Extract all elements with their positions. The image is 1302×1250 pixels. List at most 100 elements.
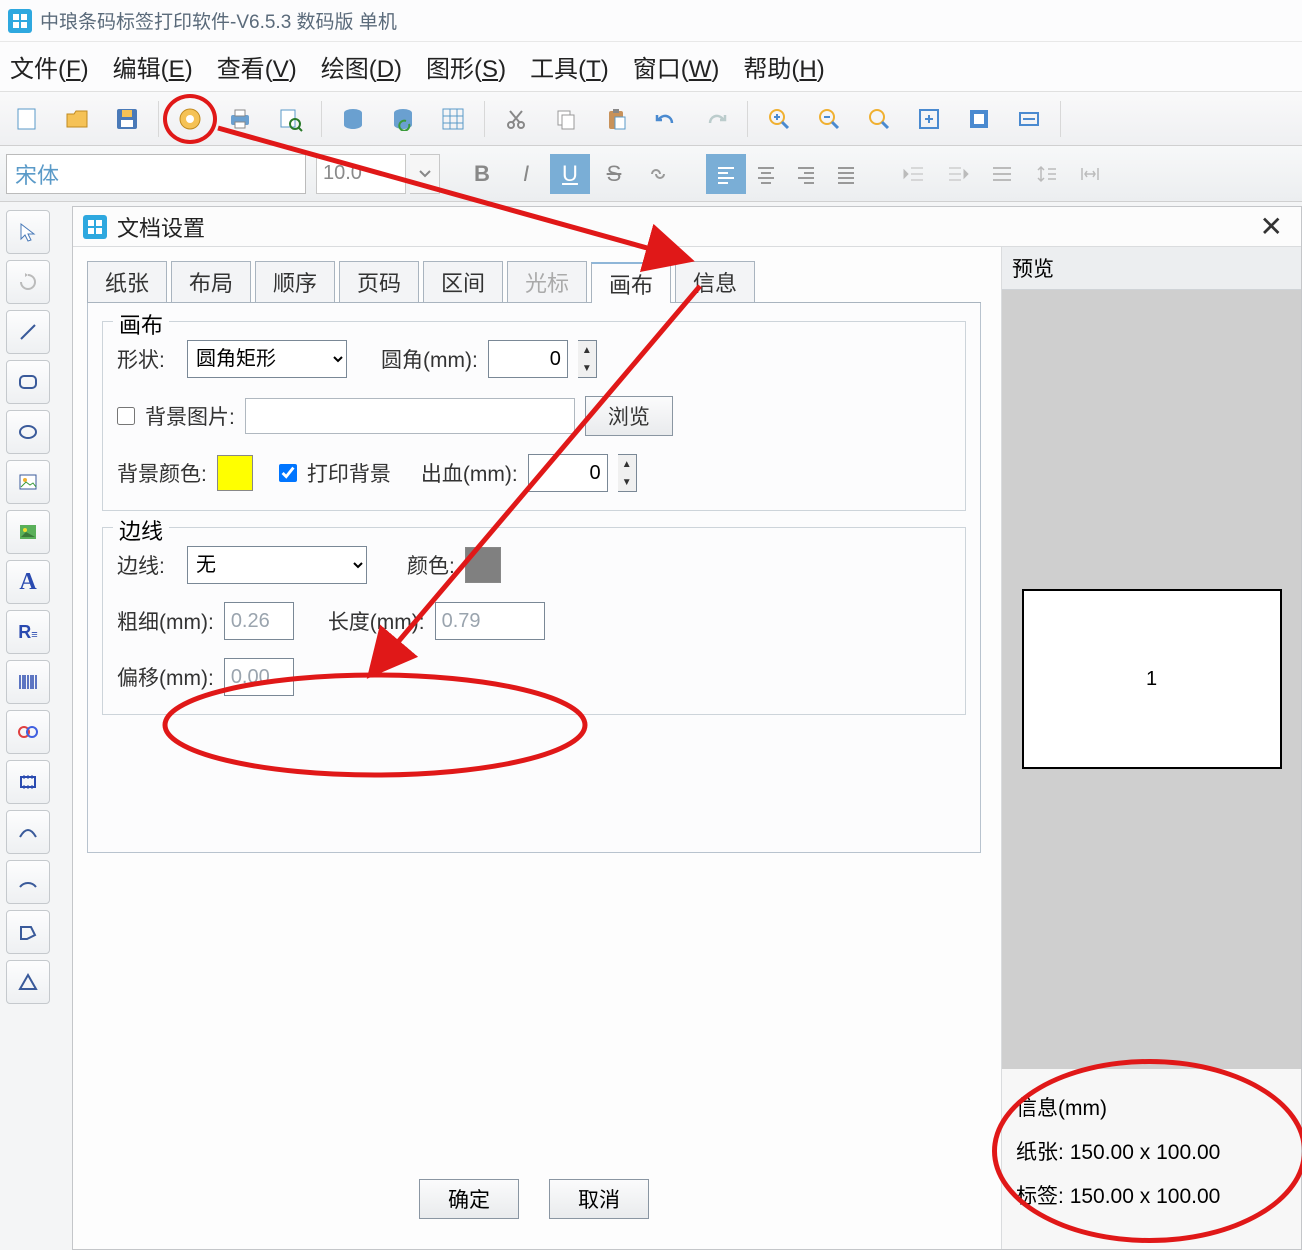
zoom-out-button[interactable] [808, 100, 850, 138]
align-left-button[interactable] [706, 154, 746, 194]
indent-right-button[interactable] [938, 154, 978, 194]
menu-help[interactable]: 帮助(H) [743, 49, 824, 84]
document-settings-button[interactable] [169, 100, 211, 138]
title-bar: 中琅条码标签打印软件-V6.5.3 数码版 单机 [0, 0, 1302, 42]
tab-canvas[interactable]: 画布 [591, 262, 671, 303]
triangle-tool[interactable] [6, 960, 50, 1004]
menu-tool[interactable]: 工具(T) [530, 49, 609, 84]
preview-button[interactable] [269, 100, 311, 138]
strike-button[interactable]: S [594, 154, 634, 194]
offset-input[interactable] [224, 658, 294, 696]
line-height-button[interactable] [1026, 154, 1066, 194]
annotation-ellipse-info [992, 1059, 1302, 1243]
document-settings-dialog: 文档设置 ✕ 纸张 布局 顺序 页码 区间 光标 画布 信息 画布 形状: [72, 206, 1302, 1250]
fit-page-button[interactable] [958, 100, 1000, 138]
char-spacing-button[interactable] [1070, 154, 1110, 194]
printbg-checkbox[interactable] [279, 464, 297, 482]
image-insert-tool[interactable] [6, 460, 50, 504]
border-label: 边线: [117, 550, 177, 580]
menu-edit[interactable]: 编辑(E) [113, 49, 193, 84]
tool-palette: A R≡ [6, 210, 56, 1004]
main-toolbar [0, 92, 1302, 146]
menu-shape[interactable]: 图形(S) [426, 49, 506, 84]
polygon-tool[interactable] [6, 910, 50, 954]
length-input[interactable] [435, 602, 545, 640]
open-button[interactable] [56, 100, 98, 138]
font-family-combo[interactable]: 宋体 [6, 154, 306, 194]
border-combo[interactable]: 无 [187, 546, 367, 584]
menu-file[interactable]: 文件(F) [10, 49, 89, 84]
barcode-tool[interactable] [6, 660, 50, 704]
browse-button[interactable]: 浏览 [585, 396, 673, 436]
tab-order[interactable]: 顺序 [255, 261, 335, 302]
bgimg-checkbox[interactable] [117, 407, 135, 425]
close-icon[interactable]: ✕ [1252, 210, 1291, 243]
fit-width-button[interactable] [1008, 100, 1050, 138]
link-button[interactable] [638, 154, 678, 194]
rotate-tool[interactable] [6, 260, 50, 304]
spacing-button[interactable] [982, 154, 1022, 194]
tab-layout[interactable]: 布局 [171, 261, 251, 302]
ellipse-tool[interactable] [6, 410, 50, 454]
paste-button[interactable] [595, 100, 637, 138]
thickness-label: 粗细(mm): [117, 606, 214, 636]
qrcode-tool[interactable] [6, 710, 50, 754]
font-family-value: 宋体 [15, 158, 59, 190]
cancel-button[interactable]: 取消 [549, 1179, 649, 1219]
undo-button[interactable] [645, 100, 687, 138]
shape-label: 形状: [117, 344, 177, 374]
color-label: 颜色: [407, 550, 455, 580]
underline-button[interactable]: U [550, 154, 590, 194]
zoom-in-button[interactable] [758, 100, 800, 138]
preview-panel: 预览 1 信息(mm) 纸张: 150.00 x 100.00 标签: 150.… [1001, 247, 1301, 1249]
menu-view[interactable]: 查看(V) [217, 49, 297, 84]
bleed-input[interactable] [528, 454, 608, 492]
line-tool[interactable] [6, 310, 50, 354]
preview-canvas: 1 [1002, 290, 1301, 1069]
copy-button[interactable] [545, 100, 587, 138]
zoom-reset-button[interactable] [858, 100, 900, 138]
new-button[interactable] [6, 100, 48, 138]
bgcolor-swatch[interactable] [217, 455, 253, 491]
bold-button[interactable]: B [462, 154, 502, 194]
tab-cursor[interactable]: 光标 [507, 261, 587, 302]
arc-tool[interactable] [6, 860, 50, 904]
curve-tool[interactable] [6, 810, 50, 854]
menu-draw[interactable]: 绘图(D) [321, 49, 402, 84]
dialog-tabs: 纸张 布局 顺序 页码 区间 光标 画布 信息 [87, 261, 981, 303]
shape-combo[interactable]: 圆角矩形 [187, 340, 347, 378]
align-justify-button[interactable] [826, 154, 866, 194]
bleed-spinner[interactable]: ▲▼ [618, 454, 637, 492]
font-size-input[interactable]: 10.0 [316, 154, 406, 194]
print-button[interactable] [219, 100, 261, 138]
align-right-button[interactable] [786, 154, 826, 194]
tab-range[interactable]: 区间 [423, 261, 503, 302]
border-color-swatch[interactable] [465, 547, 501, 583]
database-button[interactable] [332, 100, 374, 138]
image-tool[interactable] [6, 510, 50, 554]
electronic-tool[interactable] [6, 760, 50, 804]
cut-button[interactable] [495, 100, 537, 138]
redo-button[interactable] [695, 100, 737, 138]
tab-info[interactable]: 信息 [675, 261, 755, 302]
tab-paper[interactable]: 纸张 [87, 261, 167, 302]
font-size-dropdown[interactable] [410, 154, 440, 194]
italic-button[interactable]: I [506, 154, 546, 194]
database-refresh-button[interactable] [382, 100, 424, 138]
ok-button[interactable]: 确定 [419, 1179, 519, 1219]
align-center-button[interactable] [746, 154, 786, 194]
pointer-tool[interactable] [6, 210, 50, 254]
corner-spinner[interactable]: ▲▼ [578, 340, 597, 378]
thickness-input[interactable] [224, 602, 294, 640]
save-button[interactable] [106, 100, 148, 138]
indent-left-button[interactable] [894, 154, 934, 194]
fit-button[interactable] [908, 100, 950, 138]
bgimg-path-input[interactable] [245, 398, 575, 434]
menu-window[interactable]: 窗口(W) [633, 49, 720, 84]
grid-button[interactable] [432, 100, 474, 138]
tab-pagenum[interactable]: 页码 [339, 261, 419, 302]
richtext-tool[interactable]: R≡ [6, 610, 50, 654]
roundrect-tool[interactable] [6, 360, 50, 404]
text-tool[interactable]: A [6, 560, 50, 604]
corner-input[interactable] [488, 340, 568, 378]
